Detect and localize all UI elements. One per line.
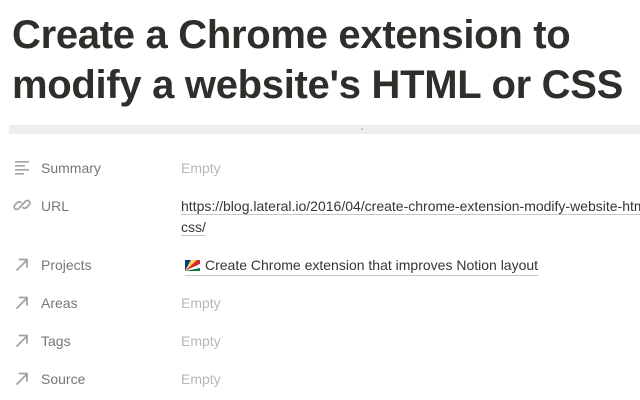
link-icon: [13, 196, 31, 214]
property-summary[interactable]: Summary Empty: [0, 152, 640, 182]
property-label-projects: Projects: [41, 257, 92, 273]
text-lines-icon: [13, 158, 31, 176]
property-label-tags: Tags: [41, 333, 71, 349]
property-source[interactable]: Source Empty: [0, 363, 640, 393]
page: Create a Chrome extension to modify a we…: [0, 0, 640, 400]
property-value-areas[interactable]: Empty: [181, 294, 221, 312]
page-title[interactable]: Create a Chrome extension to modify a we…: [12, 10, 640, 110]
property-label-summary: Summary: [41, 160, 101, 176]
property-label-areas: Areas: [41, 295, 78, 311]
url-link[interactable]: https://blog.lateral.io/2016/04/create-c…: [181, 196, 640, 216]
property-value-source[interactable]: Empty: [181, 370, 221, 388]
relation-arrow-icon: [13, 293, 31, 311]
url-link-continued[interactable]: css/: [181, 217, 206, 237]
property-value-summary[interactable]: Empty: [181, 159, 221, 177]
relation-arrow-icon: [13, 369, 31, 387]
project-relation-label: Create Chrome extension that improves No…: [205, 257, 539, 273]
property-label-url: URL: [41, 198, 70, 214]
header-divider: [9, 125, 640, 134]
property-tags[interactable]: Tags Empty: [0, 325, 640, 355]
property-label-source: Source: [41, 371, 86, 387]
resize-handle[interactable]: [361, 128, 363, 130]
relation-arrow-icon: [13, 255, 31, 273]
property-value-tags[interactable]: Empty: [181, 332, 221, 350]
project-relation-link[interactable]: Create Chrome extension that improves No…: [185, 256, 539, 276]
seychelles-flag-icon: [185, 257, 200, 271]
property-areas[interactable]: Areas Empty: [0, 287, 640, 317]
relation-arrow-icon: [13, 331, 31, 349]
